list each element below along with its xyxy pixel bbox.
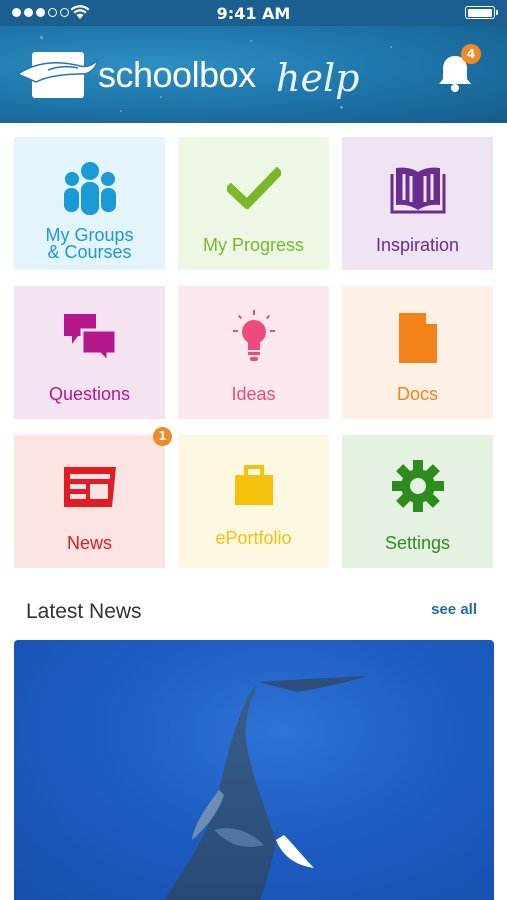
tile-settings[interactable]: Settings [342, 435, 493, 568]
battery-icon [465, 6, 498, 19]
tile-questions[interactable]: Questions [14, 286, 165, 419]
brand-subtitle: help [276, 56, 360, 100]
tile-ideas[interactable]: Ideas [178, 286, 329, 419]
people-icon [63, 162, 116, 215]
tile-my-progress[interactable]: My Progress [178, 137, 329, 270]
tile-label: Questions [48, 384, 131, 404]
news-unread-badge: 1 [153, 427, 172, 446]
latest-news-heading: Latest News [26, 600, 142, 623]
document-icon [398, 313, 437, 363]
tile-label: Inspiration [375, 235, 460, 255]
tile-label: & Courses [47, 242, 132, 262]
tile-label: Docs [396, 384, 438, 404]
lightbulb-icon [232, 310, 275, 361]
gear-icon [391, 460, 444, 512]
tile-docs[interactable]: Docs [342, 286, 493, 419]
tile-label: Settings [384, 533, 451, 553]
book-icon [390, 167, 445, 214]
app-header: schoolbox help 4 [0, 26, 507, 123]
checkmark-icon [226, 167, 281, 209]
tile-label: News [66, 533, 112, 553]
briefcase-icon [234, 465, 273, 505]
status-time: 9:41 AM [216, 4, 291, 23]
brand-name: schoolbox [98, 54, 256, 95]
tile-label: Ideas [231, 384, 276, 404]
speech-bubbles-icon [63, 314, 117, 364]
newspaper-icon [63, 467, 116, 507]
tile-eportfolio[interactable]: ePortfolio [178, 435, 329, 568]
news-feature-image[interactable] [14, 640, 494, 900]
tile-inspiration[interactable]: Inspiration [342, 137, 493, 270]
see-all-link[interactable]: see all [431, 601, 477, 618]
notification-count-badge: 4 [461, 44, 481, 64]
schoolbox-logo-icon[interactable] [18, 48, 98, 100]
whale-image [164, 676, 368, 900]
tile-label: My Progress [202, 235, 305, 255]
tile-news[interactable]: News [14, 435, 165, 568]
tile-label: ePortfolio [215, 528, 292, 548]
tile-my-groups-courses[interactable]: My Groups & Courses [14, 137, 165, 270]
status-bar: 9:41 AM [0, 0, 507, 26]
